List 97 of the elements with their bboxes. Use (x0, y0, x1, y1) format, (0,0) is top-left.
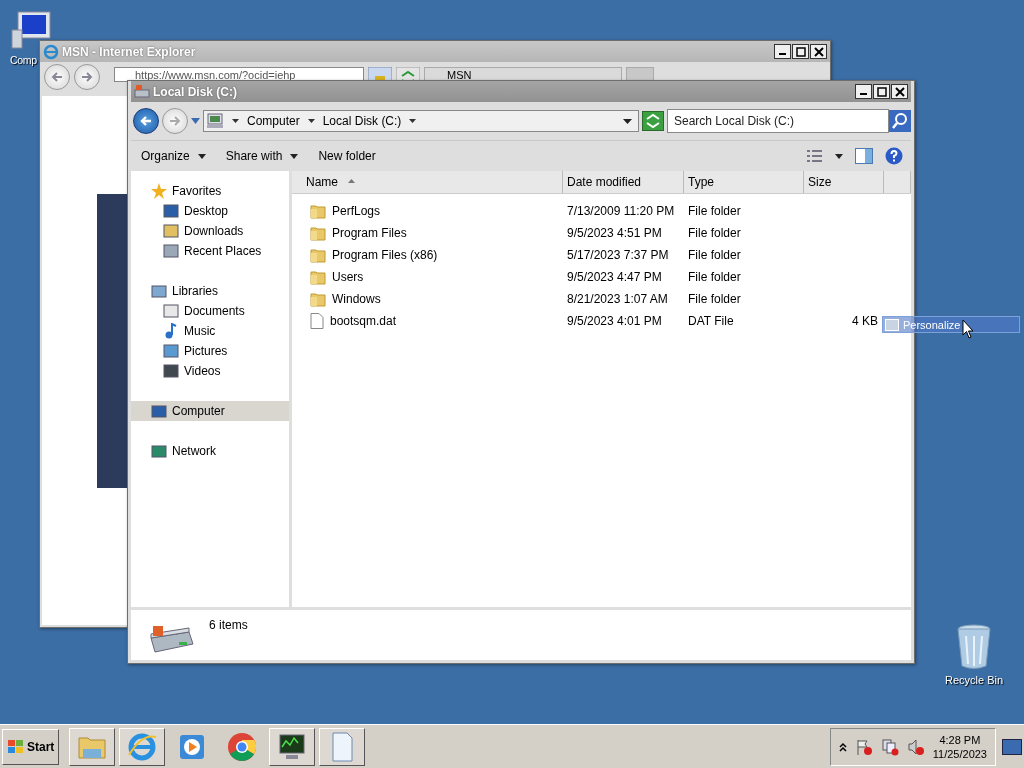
dropdown-arrow-icon[interactable] (835, 153, 843, 159)
nav-item[interactable]: Videos (131, 361, 289, 381)
item-count: 6 items (209, 618, 248, 632)
file-name[interactable]: bootsqm.dat (330, 314, 397, 328)
clock-time[interactable]: 4:28 PM (939, 732, 981, 747)
drive-icon (134, 83, 150, 100)
file-icon (310, 313, 324, 329)
nav-item[interactable]: Music (131, 321, 289, 341)
music-note-icon (163, 323, 179, 339)
show-desktop-button[interactable] (1002, 738, 1022, 755)
minimize-button[interactable] (774, 44, 791, 59)
nav-item[interactable]: Recent Places (131, 241, 289, 261)
drag-ghost: Personalize (882, 316, 1020, 333)
table-cell: 9/5/2023 4:47 PM (567, 270, 662, 284)
table-cell: 4 KB (852, 314, 878, 328)
maximize-button[interactable] (792, 44, 809, 59)
column-header[interactable]: Size (804, 171, 884, 193)
file-name[interactable]: Program Files (x86) (332, 248, 438, 262)
nav-item[interactable]: Libraries (131, 281, 289, 301)
browser-icon (43, 43, 59, 60)
table-cell: 8/21/2023 1:07 AM (567, 292, 668, 306)
close-button[interactable] (810, 44, 827, 59)
table-cell: File folder (688, 270, 741, 284)
nav-item[interactable]: Pictures (131, 341, 289, 361)
maximize-icon (876, 86, 887, 97)
nav-item[interactable]: Computer (131, 401, 289, 421)
toolbar-button[interactable]: Organize (137, 147, 210, 165)
close-button[interactable] (891, 84, 908, 99)
caret-icon[interactable] (307, 119, 315, 123)
forward-button[interactable] (74, 64, 100, 90)
taskbar-button[interactable] (319, 727, 366, 766)
caret-icon[interactable] (409, 119, 417, 123)
breadcrumb-item[interactable]: Computer (247, 114, 300, 128)
table-cell: 7/13/2009 11:20 PM (567, 204, 675, 218)
browser-icon (226, 730, 259, 763)
address-field[interactable]: Computer Local Disk (C:) (203, 110, 639, 132)
toolbar-button[interactable]: Share with (221, 147, 303, 165)
start-button[interactable]: Start (2, 728, 60, 765)
caret-icon[interactable] (232, 119, 239, 123)
refresh-icon[interactable] (642, 111, 664, 131)
trash-bin-icon[interactable] (956, 624, 993, 670)
maximize-button[interactable] (873, 84, 890, 99)
chevron-up-icon[interactable] (838, 741, 847, 752)
arrow-left-icon (50, 71, 64, 83)
table-cell: 5/17/2023 7:37 PM (567, 248, 669, 262)
maximize-icon (795, 46, 806, 57)
window-title: Local Disk (C:) (153, 84, 237, 99)
nav-item[interactable]: Downloads (131, 221, 289, 241)
nav-item[interactable]: Network (131, 441, 289, 461)
file-name[interactable]: Program Files (332, 226, 407, 240)
window-title: MSN - Internet Explorer (62, 44, 196, 59)
file-name[interactable]: Users (332, 270, 364, 284)
column-header[interactable]: Date modified (563, 171, 684, 193)
preview-pane-icon[interactable] (855, 148, 873, 164)
clock-date[interactable]: 11/25/2023 (932, 746, 987, 761)
mouse-cursor-icon (962, 319, 974, 339)
taskbar-button[interactable] (269, 727, 316, 766)
desktop-icon-label[interactable]: Comp (10, 54, 37, 66)
network-icon[interactable] (880, 737, 899, 756)
taskbar-button[interactable] (119, 727, 166, 766)
column-header[interactable]: Name (292, 171, 563, 193)
arrow-right-icon (168, 115, 182, 127)
close-icon (894, 86, 905, 97)
view-options-icon[interactable] (807, 150, 823, 162)
nav-item[interactable]: Documents (131, 301, 289, 321)
breadcrumb-item[interactable]: Local Disk (C:) (322, 114, 402, 128)
windows-logo-icon (7, 738, 25, 755)
file-name[interactable]: Windows (332, 292, 381, 306)
star-icon (151, 183, 167, 199)
table-cell: File folder (688, 226, 741, 240)
desktop-icon-label[interactable]: Recycle Bin (945, 674, 1004, 686)
taskbar-button[interactable] (69, 727, 116, 766)
help-icon[interactable] (885, 147, 903, 165)
flag-icon[interactable] (854, 737, 873, 756)
table-cell: File folder (688, 292, 741, 306)
arrow-left-icon (139, 115, 153, 127)
column-header[interactable]: Type (684, 171, 804, 193)
caret-icon (290, 153, 299, 159)
file-name[interactable]: PerfLogs (332, 204, 381, 218)
caret-icon (197, 153, 206, 159)
search-field[interactable]: Search Local Disk (C:) (667, 109, 889, 133)
minimize-button[interactable] (855, 84, 872, 99)
back-button[interactable] (133, 108, 159, 134)
table-cell: 9/5/2023 4:51 PM (567, 226, 662, 240)
dropdown-arrow-icon[interactable] (623, 118, 632, 124)
nav-item[interactable]: Desktop (131, 201, 289, 221)
table-cell: 9/5/2023 4:01 PM (567, 314, 662, 328)
drive-icon (149, 624, 195, 654)
toolbar-button[interactable]: New folder (314, 147, 380, 165)
close-icon (813, 46, 824, 57)
speaker-icon[interactable] (906, 737, 925, 756)
search-icon[interactable] (889, 110, 911, 132)
nav-item[interactable]: Favorites (131, 181, 289, 201)
table-cell: File folder (688, 248, 741, 262)
arrow-right-icon (80, 71, 94, 83)
table-cell: DAT File (688, 314, 734, 328)
table-cell: File folder (688, 204, 741, 218)
